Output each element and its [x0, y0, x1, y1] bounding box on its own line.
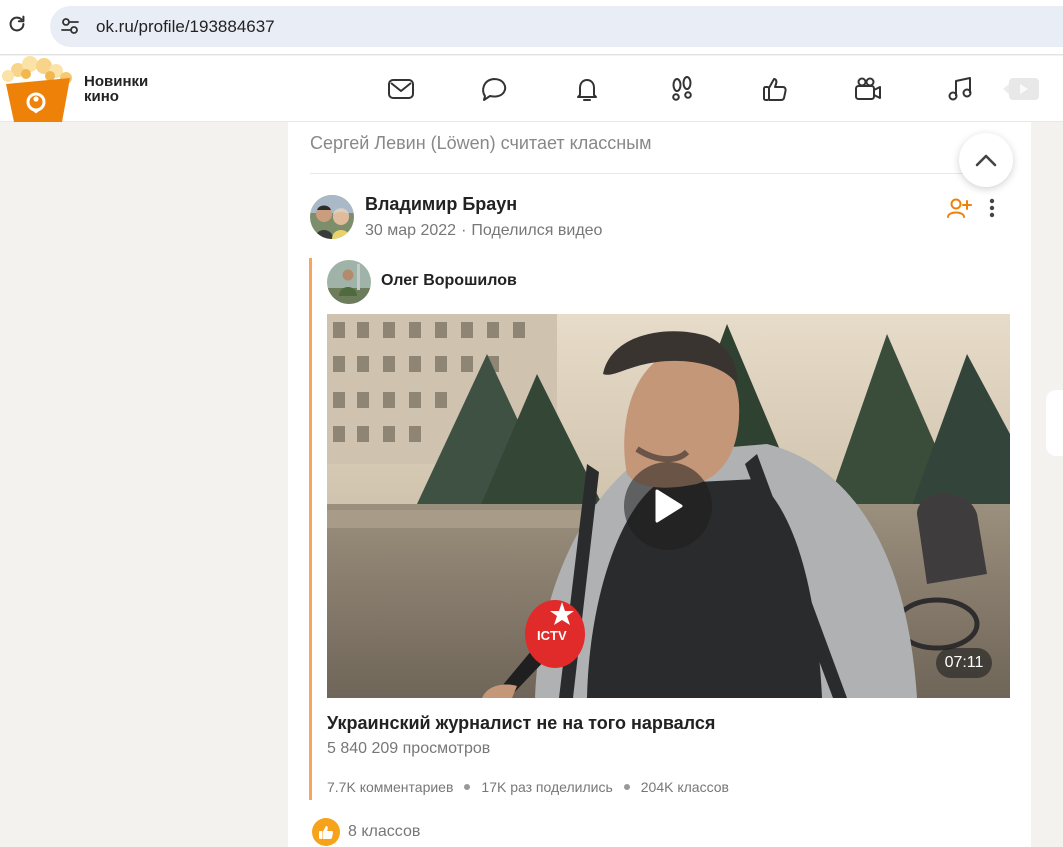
stats-separator	[623, 784, 630, 790]
promo-line-1: Новинки	[84, 73, 149, 90]
post-action: Поделился видео	[471, 222, 603, 239]
original-author-avatar[interactable]	[327, 260, 371, 304]
address-bar[interactable]: ok.ru/profile/193884637	[50, 6, 1063, 47]
promo-line-2: кино	[84, 88, 119, 105]
chat-icon[interactable]	[477, 72, 511, 106]
post-likes[interactable]: 8 классов	[312, 818, 420, 846]
mic-logo-text: ICTV	[537, 628, 567, 643]
post-date[interactable]: 30 мар 2022	[365, 222, 456, 239]
more-options-icon[interactable]	[982, 196, 1002, 220]
browser-toolbar: ok.ru/profile/193884637	[0, 0, 1063, 55]
right-column	[1031, 122, 1063, 847]
footprints-icon[interactable]	[665, 72, 699, 106]
site-header: Новинки кино	[0, 56, 1063, 122]
thumbs-up-icon[interactable]	[758, 72, 792, 106]
scroll-to-top-button[interactable]	[959, 133, 1013, 187]
video-comments-count[interactable]: 7.7K комментариев	[327, 779, 453, 795]
play-icon	[655, 489, 683, 523]
video-play-icon[interactable]	[1001, 72, 1041, 106]
video-stats: 7.7K комментариев 17K раз поделились 204…	[327, 779, 729, 795]
video-views: 5 840 209 просмотров	[327, 740, 491, 757]
video-shares-count[interactable]: 17K раз поделились	[481, 779, 612, 795]
shared-content: Олег Ворошилов ICTV 07:11 Украинский жур…	[309, 258, 1011, 800]
original-author-name[interactable]: Олег Ворошилов	[381, 272, 517, 290]
mail-icon[interactable]	[384, 72, 418, 106]
likes-count[interactable]: 8 классов	[348, 823, 420, 841]
play-button[interactable]	[624, 462, 712, 550]
video-camera-icon[interactable]	[851, 72, 885, 106]
post-meta: 30 мар 2022 · Поделился видео	[365, 222, 602, 240]
url-text[interactable]: ok.ru/profile/193884637	[96, 17, 275, 37]
stats-separator	[464, 784, 471, 790]
video-player[interactable]: ICTV 07:11	[327, 314, 1010, 698]
feed-reason[interactable]: Сергей Левин (Löwen) считает классным	[310, 133, 651, 154]
promo-new-movies[interactable]: Новинки кино	[84, 74, 174, 104]
video-duration: 07:11	[936, 648, 992, 678]
author-avatar[interactable]	[310, 195, 354, 239]
chevron-up-icon	[975, 154, 997, 167]
reload-icon[interactable]	[6, 13, 28, 35]
thumbs-up-icon[interactable]	[312, 818, 340, 846]
music-icon[interactable]	[944, 72, 978, 106]
add-friend-icon[interactable]	[946, 196, 972, 220]
bell-icon[interactable]	[570, 72, 604, 106]
video-classes-count[interactable]: 204K классов	[641, 779, 729, 795]
site-settings-icon[interactable]	[60, 16, 80, 36]
ok-logo-popcorn-icon[interactable]	[0, 56, 80, 122]
divider	[310, 173, 1010, 174]
author-name[interactable]: Владимир Браун	[365, 194, 517, 215]
meta-separator: ·	[461, 222, 467, 239]
left-column	[0, 122, 288, 847]
video-title[interactable]: Украинский журналист не на того нарвался	[327, 713, 715, 734]
feed-card: Сергей Левин (Löwen) считает классным Вл…	[288, 122, 1031, 847]
right-side-panel-tab[interactable]	[1046, 390, 1063, 456]
